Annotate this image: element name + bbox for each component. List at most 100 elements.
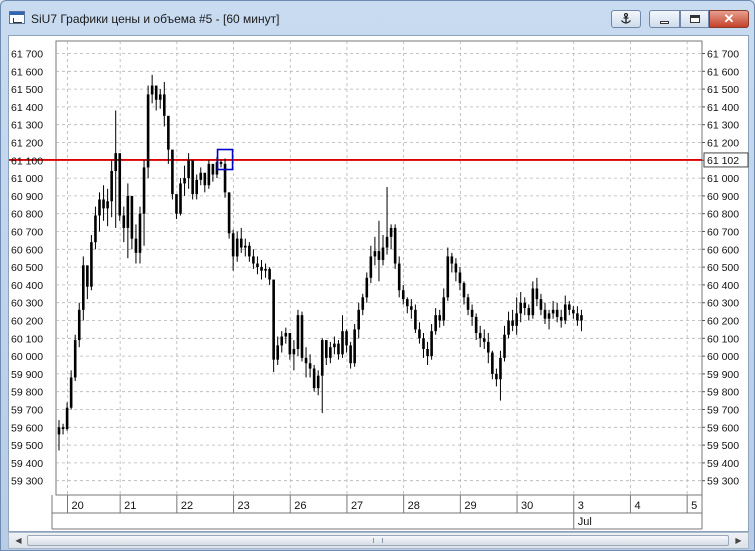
candle-body[interactable]: [256, 263, 259, 268]
candle-body[interactable]: [381, 247, 385, 260]
candle-body[interactable]: [300, 315, 304, 358]
candle-body[interactable]: [373, 251, 377, 257]
candle-body[interactable]: [353, 329, 356, 364]
candle-body[interactable]: [280, 336, 284, 346]
candle-body[interactable]: [61, 427, 65, 430]
candle-body[interactable]: [171, 149, 174, 195]
candle-body[interactable]: [130, 195, 134, 239]
candle-body[interactable]: [446, 256, 450, 298]
candle-body[interactable]: [260, 267, 263, 271]
price-chart[interactable]: 61 700 61 600 61 500 61 400 61 300 61 200 61 1…: [9, 36, 750, 533]
candle-body[interactable]: [503, 334, 506, 358]
candle-body[interactable]: [466, 297, 470, 310]
candle-body[interactable]: [114, 153, 117, 171]
candle-body[interactable]: [211, 163, 215, 175]
candle-body[interactable]: [231, 233, 235, 257]
candle-body[interactable]: [179, 183, 182, 214]
candle-body[interactable]: [357, 309, 360, 330]
candle-body[interactable]: [474, 316, 478, 333]
candle-body[interactable]: [568, 304, 571, 310]
candle-body[interactable]: [555, 309, 559, 317]
candle-body[interactable]: [329, 347, 332, 358]
candle-body[interactable]: [175, 194, 178, 214]
candle-body[interactable]: [316, 375, 320, 389]
candle-body[interactable]: [106, 201, 109, 209]
anchor-button[interactable]: [611, 10, 641, 28]
candle-body[interactable]: [94, 215, 97, 243]
candle-body[interactable]: [268, 268, 271, 280]
candle-body[interactable]: [377, 251, 381, 260]
candle-body[interactable]: [418, 329, 421, 339]
minimize-button[interactable]: [649, 10, 680, 28]
candle-body[interactable]: [239, 238, 243, 248]
candle-body[interactable]: [349, 345, 352, 364]
candle-body[interactable]: [515, 313, 518, 326]
chart-window-icon[interactable]: [9, 11, 25, 24]
candle-body[interactable]: [102, 199, 105, 209]
candle-body[interactable]: [450, 256, 454, 264]
candle-body[interactable]: [333, 343, 336, 348]
candle-body[interactable]: [337, 343, 340, 355]
close-button[interactable]: ✕: [709, 10, 749, 28]
candle-body[interactable]: [304, 357, 308, 364]
candle-body[interactable]: [462, 283, 466, 298]
maximize-button[interactable]: [680, 10, 709, 28]
candle-body[interactable]: [345, 331, 348, 346]
candle-body[interactable]: [410, 306, 413, 310]
candle-body[interactable]: [543, 309, 547, 319]
candle-body[interactable]: [82, 265, 85, 310]
scroll-right-arrow-icon[interactable]: ▶: [731, 534, 746, 547]
candle-body[interactable]: [385, 236, 389, 248]
candle-body[interactable]: [491, 352, 494, 374]
candle-body[interactable]: [397, 263, 401, 291]
candle-body[interactable]: [559, 316, 563, 321]
candle-body[interactable]: [264, 268, 267, 271]
candle-body[interactable]: [126, 195, 130, 228]
candle-body[interactable]: [580, 315, 583, 321]
candle-body[interactable]: [167, 115, 170, 150]
candle-body[interactable]: [183, 178, 186, 184]
candle-body[interactable]: [438, 315, 441, 321]
candle-body[interactable]: [146, 94, 150, 168]
candle-body[interactable]: [65, 407, 69, 430]
candle-body[interactable]: [272, 279, 275, 360]
candle-body[interactable]: [199, 172, 203, 180]
candle-body[interactable]: [470, 309, 474, 317]
candle-body[interactable]: [235, 238, 239, 257]
candle-body[interactable]: [227, 192, 231, 234]
candle-body[interactable]: [422, 338, 425, 349]
candle-body[interactable]: [138, 213, 142, 253]
candle-body[interactable]: [296, 315, 300, 349]
candle-body[interactable]: [163, 94, 166, 116]
candle-body[interactable]: [454, 263, 458, 273]
candle-body[interactable]: [539, 299, 543, 310]
candle-body[interactable]: [495, 373, 498, 380]
candle-body[interactable]: [458, 272, 462, 284]
candle-body[interactable]: [434, 315, 437, 332]
candle-body[interactable]: [57, 427, 61, 435]
scroll-left-arrow-icon[interactable]: ◀: [11, 534, 26, 547]
candle-body[interactable]: [284, 332, 288, 337]
candle-body[interactable]: [426, 348, 429, 357]
candle-body[interactable]: [244, 245, 247, 248]
scroll-thumb[interactable]: [27, 535, 729, 546]
candle-body[interactable]: [401, 290, 405, 300]
candle-body[interactable]: [482, 338, 486, 342]
candle-body[interactable]: [414, 309, 417, 330]
candle-body[interactable]: [118, 153, 122, 216]
candle-body[interactable]: [69, 377, 73, 408]
candle-body[interactable]: [499, 357, 502, 380]
candle-body[interactable]: [248, 245, 251, 257]
candle-body[interactable]: [519, 302, 522, 314]
candle-body[interactable]: [86, 265, 89, 287]
candle-body[interactable]: [511, 320, 514, 326]
candle-body[interactable]: [90, 242, 93, 287]
title-bar[interactable]: SiU7 Графики цены и объема #5 - [60 мину…: [1, 1, 754, 35]
candle-body[interactable]: [389, 227, 393, 237]
candle-body[interactable]: [142, 167, 146, 214]
candle-body[interactable]: [150, 85, 154, 95]
candle-body[interactable]: [406, 299, 409, 307]
candle-body[interactable]: [369, 256, 373, 278]
candle-body[interactable]: [110, 170, 113, 202]
candle-body[interactable]: [276, 345, 279, 360]
